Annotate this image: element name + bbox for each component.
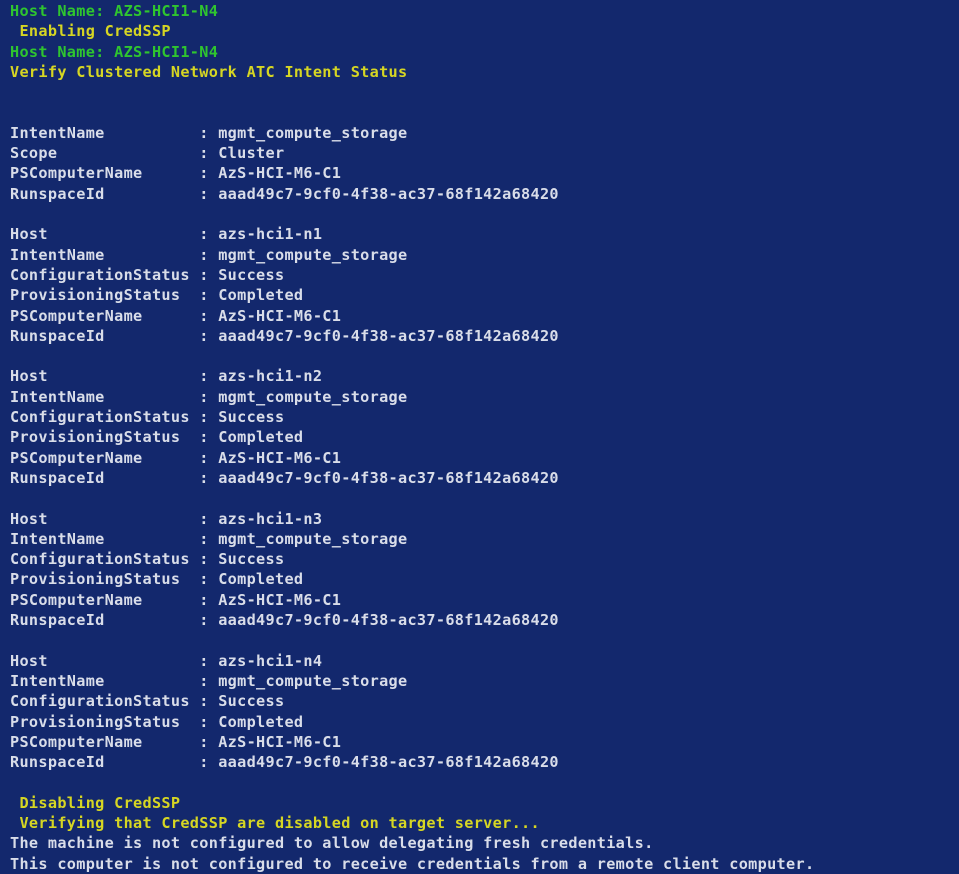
host-property-configurationstatus: ConfigurationStatus : Success xyxy=(10,550,285,569)
host-property-provisioningstatus: ProvisioningStatus : Completed xyxy=(10,428,304,447)
host-property-configurationstatus: ConfigurationStatus : Success xyxy=(10,408,285,426)
cluster-property-scope: Scope : Cluster xyxy=(10,144,285,163)
host-property-pscomputername: PSComputerName : AzS-HCI-M6-C1 xyxy=(10,306,342,325)
host-property-provisioningstatus: ProvisioningStatus : Completed xyxy=(10,712,304,731)
host-property-intentname: IntentName : mgmt_compute_storage xyxy=(10,387,408,406)
host-property-runspaceid: RunspaceId : aaad49c7-9cf0-4f38-ac37-68f… xyxy=(10,753,559,772)
console-footer-line: Verifying that CredSSP are disabled on t… xyxy=(10,814,540,832)
host-property-host: Host : azs-hci1-n4 xyxy=(10,651,323,670)
host-property-configurationstatus: ConfigurationStatus : Success xyxy=(10,692,285,711)
host-property-runspaceid: RunspaceId : aaad49c7-9cf0-4f38-ac37-68f… xyxy=(10,611,559,629)
cluster-property-runspaceid: RunspaceId : aaad49c7-9cf0-4f38-ac37-68f… xyxy=(10,184,559,203)
console-footer-line: This computer is not configured to recei… xyxy=(10,854,815,873)
host-property-host: Host : azs-hci1-n1 xyxy=(10,225,323,244)
host-property-intentname: IntentName : mgmt_compute_storage xyxy=(10,529,408,548)
host-property-host: Host : azs-hci1-n3 xyxy=(10,509,323,528)
console-header-line: Verify Clustered Network ATC Intent Stat… xyxy=(10,62,408,81)
console-header-line: Host Name: AZS-HCI1-N4 xyxy=(10,42,219,61)
powershell-console-output[interactable]: Host Name: AZS-HCI1-N4 Enabling CredSSP H… xyxy=(0,0,959,873)
host-property-intentname: IntentName : mgmt_compute_storage xyxy=(10,245,408,264)
host-property-runspaceid: RunspaceId : aaad49c7-9cf0-4f38-ac37-68f… xyxy=(10,326,559,345)
host-property-configurationstatus: ConfigurationStatus : Success xyxy=(10,265,285,284)
host-property-provisioningstatus: ProvisioningStatus : Completed xyxy=(10,286,304,305)
console-header-line: Host Name: AZS-HCI1-N4 xyxy=(10,2,219,20)
console-footer-line: The machine is not configured to allow d… xyxy=(10,834,654,853)
host-property-pscomputername: PSComputerName : AzS-HCI-M6-C1 xyxy=(10,448,342,467)
host-property-pscomputername: PSComputerName : AzS-HCI-M6-C1 xyxy=(10,590,342,609)
host-property-provisioningstatus: ProvisioningStatus : Completed xyxy=(10,570,304,589)
host-property-host: Host : azs-hci1-n2 xyxy=(10,367,323,386)
cluster-property-pscomputername: PSComputerName : AzS-HCI-M6-C1 xyxy=(10,164,342,183)
cluster-property-intentname: IntentName : mgmt_compute_storage xyxy=(10,123,408,142)
host-property-intentname: IntentName : mgmt_compute_storage xyxy=(10,671,408,690)
host-property-runspaceid: RunspaceId : aaad49c7-9cf0-4f38-ac37-68f… xyxy=(10,468,559,487)
console-header-line: Enabling CredSSP xyxy=(10,22,171,41)
console-footer-line: Disabling CredSSP xyxy=(10,793,181,812)
host-property-pscomputername: PSComputerName : AzS-HCI-M6-C1 xyxy=(10,732,342,751)
